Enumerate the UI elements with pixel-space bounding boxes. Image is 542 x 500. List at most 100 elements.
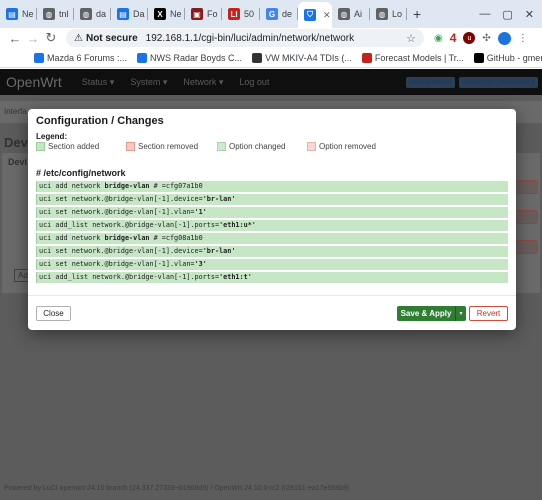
bookmark-star-icon[interactable]: ☆ [406, 32, 416, 45]
reload-icon[interactable]: ↻ [42, 30, 60, 46]
extension-icon[interactable]: ◉ [434, 33, 443, 44]
doc-icon: ▤ [6, 8, 18, 20]
bookmark-label[interactable]: NWS Radar Boyds C... [150, 53, 242, 63]
puzzle-icon[interactable]: ✣ [482, 33, 490, 44]
profile-avatar[interactable]: 👤 [497, 31, 511, 45]
legend-swatch [36, 142, 45, 151]
save-apply-dropdown-icon[interactable]: ▾ [455, 306, 466, 321]
tab-divider [406, 8, 407, 20]
back-icon[interactable]: ← [6, 31, 24, 46]
close-window-icon[interactable]: ✕ [525, 8, 534, 21]
close-button[interactable]: Close [36, 306, 71, 321]
legend: Section added Section removed Option chang… [36, 142, 397, 151]
new-tab-icon[interactable]: + [407, 6, 427, 22]
tab-title[interactable]: Fo [207, 9, 218, 19]
browser-tab[interactable]: ◍ Lo [370, 0, 407, 28]
browser-tab[interactable]: ◍ da [74, 0, 111, 28]
config-file-title: # /etc/config/network [36, 168, 126, 178]
security-label[interactable]: Not secure [86, 33, 138, 44]
extension-badge[interactable]: 4 [450, 31, 457, 45]
browser-tab[interactable]: ◍ tnl [37, 0, 74, 28]
change-value: '3' [194, 260, 207, 268]
bookmark-item[interactable]: Mazda 6 Forums :... [34, 52, 127, 63]
bookmark-item[interactable]: NWS Radar Boyds C... [137, 52, 242, 63]
modal-title: Configuration / Changes [36, 115, 164, 127]
change-value: 'br-lan' [202, 247, 236, 255]
globe-icon: ◍ [43, 8, 55, 20]
tab-title[interactable]: Ne [22, 9, 34, 19]
change-line: uci add network bridge-vlan # =cfg08a1b0 [36, 233, 508, 244]
menu-status[interactable]: Status ▾ [82, 77, 115, 88]
legend-text: Section added [48, 142, 100, 151]
browser-tab[interactable]: ⛉ ✕ [298, 2, 332, 28]
tab-title[interactable]: tnl [59, 9, 69, 19]
change-value: 'br-lan' [202, 195, 236, 203]
bookmark-icon [361, 52, 372, 63]
tab-title[interactable]: Da [133, 9, 145, 19]
bookmark-icon [137, 52, 148, 63]
tab-title[interactable]: da [96, 9, 106, 19]
menu-system[interactable]: System ▾ [130, 77, 167, 88]
browser-tab[interactable]: ▤ Da [111, 0, 148, 28]
doc-icon: ▤ [117, 8, 129, 20]
legend-text: Option changed [229, 142, 286, 151]
browser-tab-strip: ▤ Ne ◍ tnl ◍ da ▤ Da X Ne ▣ Fo LI 50 Gde ⛉ ✕ ◍ Ai ◍ Lo + — ▢ ✕ [0, 0, 542, 28]
legend-item: Option removed [307, 142, 397, 151]
globe-icon: ◍ [80, 8, 92, 20]
change-value: '1' [194, 208, 207, 216]
change-value: 'eth1:t' [219, 273, 252, 281]
tab-title[interactable]: Ai [354, 9, 362, 19]
bookmark-label[interactable]: VW MKIV-A4 TDIs (... [265, 53, 352, 63]
browser-tab[interactable]: X Ne [148, 0, 185, 28]
browser-tab[interactable]: Gde [260, 0, 298, 28]
change-line: uci add_list network.@bridge-vlan[-1].po… [36, 272, 508, 283]
change-line: uci set network.@bridge-vlan[-1].vlan='3… [36, 259, 508, 270]
close-tab-icon[interactable]: ✕ [323, 10, 331, 21]
bookmark-label[interactable]: GitHub - gmenouno... [487, 53, 542, 63]
bookmarks-bar: Mazda 6 Forums :... NWS Radar Boyds C... V… [0, 48, 542, 68]
browser-tab[interactable]: LI 50 [222, 0, 260, 28]
bookmark-label[interactable]: Forecast Models | Tr... [375, 53, 464, 63]
browser-tab[interactable]: ◍ Ai [332, 0, 370, 28]
change-text: uci add_list network.@bridge-vlan[-1].po… [39, 221, 220, 229]
tab-title[interactable]: 50 [244, 9, 254, 19]
unsaved-changes-badge[interactable]: UNSAVED CHANGES: 8 [458, 76, 538, 88]
url-text[interactable]: 192.168.1.1/cgi-bin/luci/admin/network/n… [146, 33, 354, 44]
openwrt-icon: ⛉ [304, 9, 316, 21]
save-apply-button[interactable]: Save & Apply [397, 306, 455, 321]
legend-label: Legend: [36, 132, 68, 141]
change-value: bridge-vlan [104, 182, 150, 190]
bookmark-icon [252, 52, 263, 63]
change-list: uci add network bridge-vlan # =cfg07a1b0… [36, 181, 508, 285]
bookmark-icon [34, 52, 44, 63]
bookmark-item[interactable]: GitHub - gmenouno... [473, 52, 542, 63]
address-bar[interactable]: ⚠ Not secure 192.168.1.1/cgi-bin/luci/ad… [66, 29, 424, 47]
tab-title[interactable]: Lo [392, 9, 402, 19]
forward-icon[interactable]: → [24, 31, 42, 46]
tab-title[interactable]: de [282, 9, 292, 19]
revert-button[interactable]: Revert [469, 306, 508, 321]
modal-footer: Close Save & Apply ▾ Revert [28, 295, 516, 330]
menu-logout[interactable]: Log out [239, 77, 269, 87]
changes-modal: Configuration / Changes Legend: Section … [28, 109, 516, 330]
kebab-menu-icon[interactable]: ⋮ [518, 33, 528, 44]
maximize-icon[interactable]: ▢ [502, 8, 512, 21]
change-line: uci add_list network.@bridge-vlan[-1].po… [36, 220, 508, 231]
browser-tab[interactable]: ▣ Fo [185, 0, 222, 28]
browser-tab[interactable]: ▤ Ne [0, 0, 37, 28]
bookmark-item[interactable]: VW MKIV-A4 TDIs (... [252, 52, 352, 63]
tab-title[interactable]: Ne [170, 9, 182, 19]
bookmark-item[interactable]: Forecast Models | Tr... [361, 52, 464, 63]
minimize-icon[interactable]: — [479, 8, 490, 20]
bg-tab-label: Interfa [4, 107, 27, 116]
ublock-icon[interactable]: u [463, 32, 476, 44]
legend-text: Option removed [319, 142, 376, 151]
refreshing-badge[interactable]: REFRESHING [406, 76, 455, 88]
legend-item: Option changed [217, 142, 307, 151]
change-text: uci add network [39, 234, 105, 242]
menu-network[interactable]: Network ▾ [183, 77, 223, 88]
change-text: uci add_list network.@bridge-vlan[-1].po… [39, 273, 220, 281]
bookmark-label[interactable]: Mazda 6 Forums :... [47, 53, 127, 63]
change-value: bridge-vlan [104, 234, 150, 242]
openwrt-logo[interactable]: OpenWrt [6, 74, 62, 90]
